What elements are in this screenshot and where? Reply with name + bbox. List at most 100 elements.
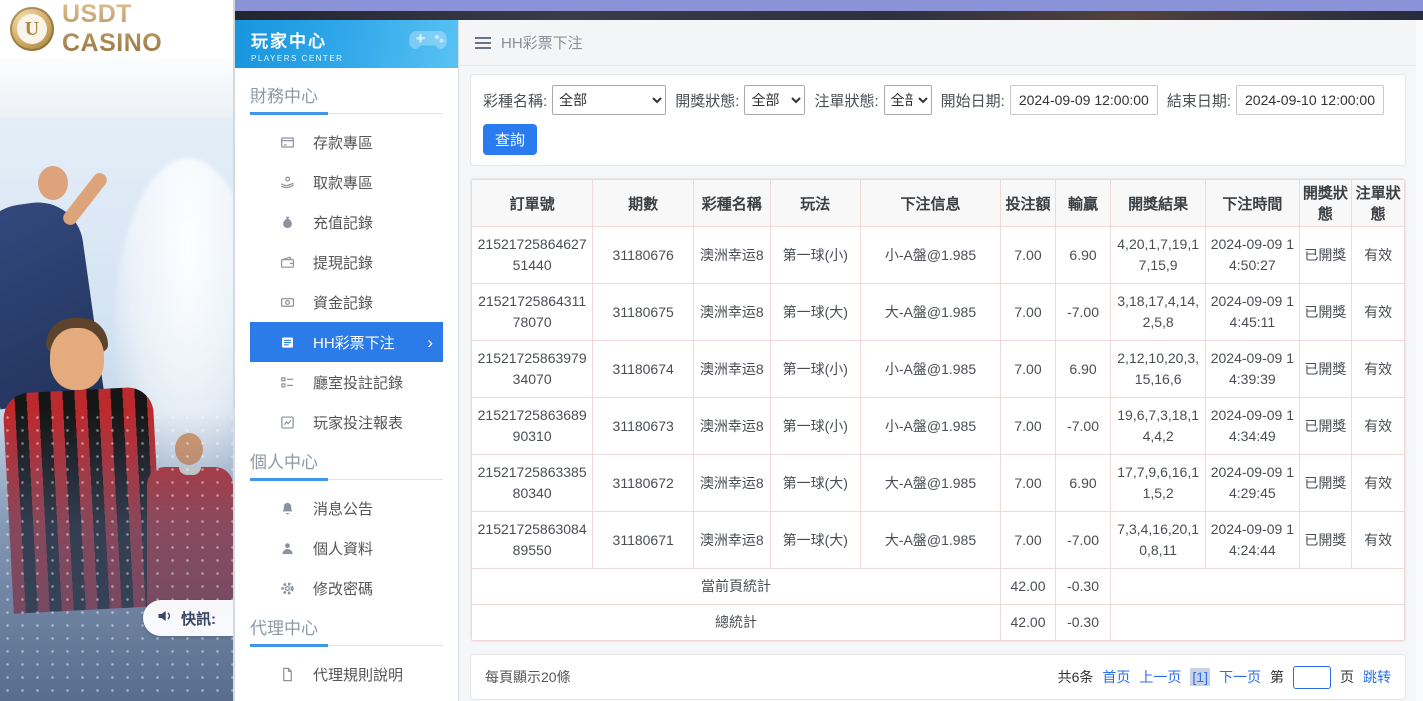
table-cell: 2152172586308489550	[472, 512, 593, 569]
bets-table-card: 訂單號期數彩種名稱玩法下注信息投注額輸贏開獎結果下注時間開獎狀態注單狀態 215…	[470, 178, 1406, 642]
sidebar-item-user[interactable]: 個人資料	[250, 528, 443, 568]
sidebar-item-document[interactable]: 代理規則說明	[250, 654, 443, 694]
sidebar-item-list-record[interactable]: 廳室投註記錄	[250, 362, 443, 402]
sidebar-item-label: 代理規則說明	[313, 664, 433, 685]
jump-page-input[interactable]	[1293, 666, 1331, 689]
table-header-cell: 玩法	[770, 180, 861, 227]
sidebar-item-label: 資金記錄	[313, 292, 433, 313]
sidebar-item-withdraw-hand[interactable]: 取款專區	[250, 162, 443, 202]
sidebar-item-moneybag[interactable]: 充值記錄	[250, 202, 443, 242]
first-page-link[interactable]: 首页	[1102, 667, 1130, 687]
table-cell: 6.90	[1056, 455, 1111, 512]
user-icon	[280, 541, 295, 556]
draw-status-label: 開獎狀態:	[675, 90, 739, 111]
draw-status-select[interactable]: 全部	[744, 85, 805, 115]
table-cell: 7.00	[1000, 398, 1055, 455]
sidebar-item-gear[interactable]: 修改密碼	[250, 568, 443, 608]
table-cell: 7.00	[1000, 455, 1055, 512]
table-header-cell: 開獎結果	[1111, 180, 1206, 227]
withdraw-hand-icon	[280, 175, 295, 190]
table-cell: 2024-09-09 14:34:49	[1206, 398, 1299, 455]
start-date-input[interactable]	[1010, 85, 1158, 115]
table-cell: 小-A盤@1.985	[861, 341, 1001, 398]
table-cell: 2024-09-09 14:29:45	[1206, 455, 1299, 512]
sidebar-item-label: 取款專區	[313, 172, 433, 193]
section-divider	[250, 645, 443, 646]
table-cell: 2024-09-09 14:50:27	[1206, 227, 1299, 284]
table-header-cell: 訂單號	[472, 180, 593, 227]
sidebar-item-report-chart[interactable]: 玩家投注報表	[250, 402, 443, 442]
sidebar-section-title: 個人中心	[250, 448, 443, 473]
end-date-label: 結束日期:	[1167, 90, 1231, 111]
logo-bar: U USDT CASINO	[0, 0, 233, 58]
table-row: 215217258643117807031180675澳洲幸运8第一球(大)大-…	[472, 284, 1405, 341]
summary-bet-total: 42.00	[1000, 605, 1055, 641]
table-header-cell: 開獎狀態	[1299, 180, 1352, 227]
sidebar-item-deposit-card[interactable]: 存款專區	[250, 122, 443, 162]
table-cell: 19,6,7,3,18,14,4,2	[1111, 398, 1206, 455]
table-cell: 4,20,1,7,19,17,15,9	[1111, 227, 1206, 284]
table-cell: 有效	[1352, 398, 1405, 455]
table-cell: 2152172586368990310	[472, 398, 593, 455]
sidebar-item-wallet[interactable]: 提現記錄	[250, 242, 443, 282]
table-cell: 17,7,9,6,16,11,5,2	[1111, 455, 1206, 512]
table-cell: 大-A盤@1.985	[861, 284, 1001, 341]
table-cell: 澳洲幸运8	[694, 398, 771, 455]
page-title-bar: HH彩票下注	[459, 20, 1423, 66]
table-cell: 第一球(大)	[770, 512, 861, 569]
document-icon	[280, 667, 295, 682]
sidebar-item-label: 存款專區	[313, 132, 433, 153]
sidebar-item-banknote[interactable]: 資金記錄	[250, 282, 443, 322]
order-status-select[interactable]: 全部	[884, 85, 932, 115]
moneybag-icon	[280, 215, 295, 230]
end-date-input[interactable]	[1236, 85, 1384, 115]
table-header-cell: 下注時間	[1206, 180, 1299, 227]
table-cell: 有效	[1352, 284, 1405, 341]
sidebar-item-ticket-book[interactable]: HH彩票下注›	[250, 322, 443, 362]
jump-action-link[interactable]: 跳转	[1363, 667, 1391, 687]
table-cell: 2024-09-09 14:45:11	[1206, 284, 1299, 341]
table-cell: 第一球(小)	[770, 398, 861, 455]
summary-empty	[1111, 605, 1405, 641]
search-button[interactable]: 查詢	[483, 124, 537, 155]
summary-row: 總統計42.00-0.30	[472, 605, 1405, 641]
prev-page-link[interactable]: 上一页	[1139, 667, 1181, 687]
sidebar-menu: 財務中心存款專區取款專區充值記錄提現記錄資金記錄HH彩票下注›廳室投註記錄玩家投…	[235, 68, 458, 694]
table-cell: 6.90	[1056, 341, 1111, 398]
player-center-panel: 玩家中心 PLAYERS CENTER 財務中心存款專區取款專區充值記錄提現記錄…	[235, 0, 1423, 701]
table-cell: 已開獎	[1299, 455, 1352, 512]
hamburger-icon[interactable]	[475, 37, 491, 49]
table-cell: 2024-09-09 14:39:39	[1206, 341, 1299, 398]
table-cell: 澳洲幸运8	[694, 227, 771, 284]
table-header-cell: 彩種名稱	[694, 180, 771, 227]
table-cell: -7.00	[1056, 398, 1111, 455]
bell-icon	[280, 501, 295, 516]
table-cell: 31180672	[593, 455, 694, 512]
deposit-card-icon	[280, 135, 295, 150]
table-cell: 7.00	[1000, 284, 1055, 341]
table-cell: 第一球(大)	[770, 455, 861, 512]
gear-icon	[280, 581, 295, 596]
table-header-cell: 輸贏	[1056, 180, 1111, 227]
sidebar-item-bell[interactable]: 消息公告	[250, 488, 443, 528]
next-page-link[interactable]: 下一页	[1219, 667, 1261, 687]
table-cell: -7.00	[1056, 284, 1111, 341]
lottery-name-select[interactable]: 全部	[552, 85, 666, 115]
scrollbar[interactable]	[1416, 20, 1423, 701]
table-header-cell: 期數	[593, 180, 694, 227]
table-cell: 澳洲幸运8	[694, 341, 771, 398]
table-header-cell: 投注額	[1000, 180, 1055, 227]
table-cell: 3,18,17,4,14,2,5,8	[1111, 284, 1206, 341]
sidebar-item-label: 提現記錄	[313, 252, 433, 273]
table-cell: 已開獎	[1299, 227, 1352, 284]
report-chart-icon	[280, 415, 295, 430]
table-row: 215217258633858034031180672澳洲幸运8第一球(大)大-…	[472, 455, 1405, 512]
start-date-label: 開始日期:	[941, 90, 1005, 111]
table-cell: 小-A盤@1.985	[861, 227, 1001, 284]
news-ticker[interactable]: 快訊:	[143, 600, 233, 636]
order-status-label: 注單狀態:	[814, 90, 878, 111]
logo-letter: U	[17, 14, 47, 44]
header-light-strip	[0, 58, 233, 118]
table-cell: 澳洲幸运8	[694, 284, 771, 341]
table-cell: 2152172586431178070	[472, 284, 593, 341]
